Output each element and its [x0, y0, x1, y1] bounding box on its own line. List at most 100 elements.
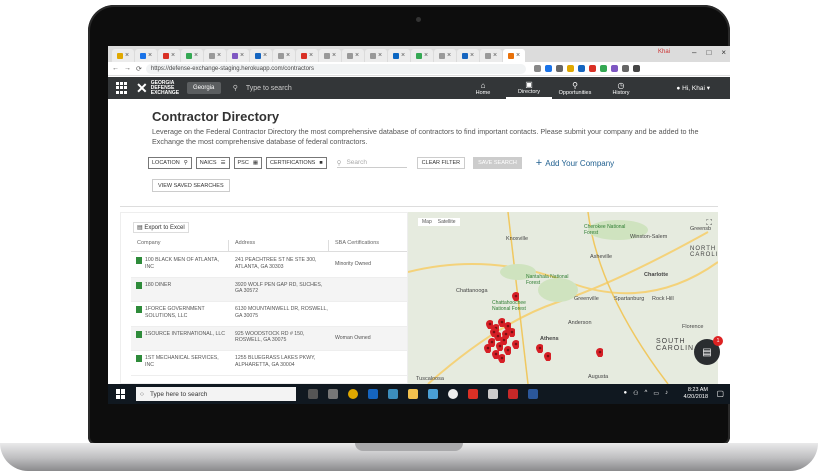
map-pin-icon[interactable]	[502, 330, 509, 339]
map-pin-icon[interactable]	[536, 344, 543, 353]
browser-tab[interactable]: ×	[135, 49, 157, 62]
minimize-icon[interactable]: –	[692, 48, 696, 57]
browser-tab[interactable]: ×	[319, 49, 341, 62]
maximize-icon[interactable]: □	[706, 48, 711, 57]
browser-tab[interactable]: ×	[204, 49, 226, 62]
table-row[interactable]: 1SOURCE INTERNATIONAL, LLC 925 WOODSTOCK…	[131, 326, 407, 351]
map-pin-icon[interactable]	[512, 340, 519, 349]
app-icon[interactable]	[428, 389, 438, 399]
map-label: Anderson	[568, 320, 592, 326]
app-icon[interactable]	[388, 389, 398, 399]
browser-tab[interactable]: ×	[388, 49, 410, 62]
taskbar-clock[interactable]: 8:23 AM 4/20/2018	[684, 387, 708, 401]
nav-opportunities[interactable]: ⚲ Opportunities	[552, 77, 598, 99]
browser-tab[interactable]: ×	[296, 49, 318, 62]
table-row[interactable]: 100 BLACK MEN OF ATLANTA, INC 241 PEACHT…	[131, 253, 407, 278]
extension-icon[interactable]	[599, 65, 607, 72]
psc-filter[interactable]: PSC ▦	[233, 157, 263, 169]
col-company[interactable]: Company	[131, 240, 229, 251]
fullscreen-icon[interactable]: ⛶	[706, 218, 712, 228]
browser-tab[interactable]: ×	[434, 49, 456, 62]
user-menu[interactable]: ● Hi, Khai ▾	[676, 84, 710, 92]
app-icon[interactable]	[468, 389, 478, 399]
app-icon[interactable]	[488, 389, 498, 399]
star-icon[interactable]	[533, 65, 541, 72]
forward-icon[interactable]: →	[124, 65, 131, 73]
map-label: Knoxville	[506, 236, 529, 242]
reload-icon[interactable]: ⟳	[136, 65, 142, 73]
map-pin-icon[interactable]	[498, 354, 505, 363]
map-pin-icon[interactable]	[596, 348, 603, 357]
close-icon[interactable]: ×	[721, 48, 726, 57]
add-company-button[interactable]: + Add Your Company	[536, 157, 614, 169]
folder-icon[interactable]	[408, 389, 418, 399]
app-tray-icon[interactable]: ●	[623, 390, 627, 397]
table-row[interactable]: 1ST MECHANICAL SERVICES, INC 1255 BLUEGR…	[131, 351, 407, 376]
naics-filter[interactable]: NAICS ☰	[195, 157, 230, 169]
browser-tab[interactable]: ×	[112, 49, 134, 62]
menu-icon[interactable]	[632, 65, 640, 72]
save-search-button[interactable]: SAVE SEARCH	[473, 157, 522, 169]
people-icon[interactable]: ⚇	[633, 390, 638, 397]
map-pin-icon[interactable]	[508, 328, 515, 337]
browser-tab[interactable]: ×	[227, 49, 249, 62]
notification-icon[interactable]: ▢	[716, 389, 724, 398]
taskbar-search[interactable]: ○ Type here to search	[136, 387, 296, 401]
app-icon[interactable]	[368, 389, 378, 399]
nav-home[interactable]: ⌂ Home	[460, 77, 506, 99]
volume-icon[interactable]: ♪	[665, 390, 668, 397]
browser-tab[interactable]: ×	[342, 49, 364, 62]
map-pin-icon[interactable]	[512, 292, 519, 301]
table-row[interactable]: 180 DINER 3920 WOLF PEN GAP RD, SUCHES, …	[131, 277, 407, 302]
extension-icon[interactable]	[555, 65, 563, 72]
extension-icon[interactable]	[544, 65, 552, 72]
mic-icon[interactable]	[308, 389, 318, 399]
browser-tab[interactable]: ×	[411, 49, 433, 62]
app-search[interactable]: ⚲ Type to search	[233, 84, 292, 93]
map-pin-icon[interactable]	[544, 352, 551, 361]
word-icon[interactable]	[528, 389, 538, 399]
browser-tab[interactable]: ×	[365, 49, 387, 62]
browser-tab[interactable]: ×	[158, 49, 180, 62]
pdf-icon[interactable]	[508, 389, 518, 399]
app-icon[interactable]	[448, 389, 458, 399]
certifications-filter[interactable]: CERTIFICATIONS ■	[266, 157, 327, 169]
col-address[interactable]: Address	[229, 240, 329, 251]
browser-tab[interactable]: ×	[181, 49, 203, 62]
chrome-icon[interactable]	[348, 389, 358, 399]
url-field[interactable]: https://defense-exchange-staging.herokua…	[145, 63, 526, 74]
extension-icon[interactable]	[621, 65, 629, 72]
apps-grid-icon[interactable]	[116, 82, 128, 94]
map-tab-satellite[interactable]: Satellite	[438, 219, 456, 225]
map-tab-map[interactable]: Map	[422, 219, 432, 225]
map-label: Tuscaloosa	[416, 376, 444, 382]
extension-icon[interactable]	[610, 65, 618, 72]
col-certifications[interactable]: SBA Certifications	[329, 240, 405, 251]
browser-tab[interactable]: ×	[273, 49, 295, 62]
windows-start-icon[interactable]	[116, 389, 126, 399]
export-excel-button[interactable]: ▤ Export to Excel	[133, 222, 189, 233]
browser-tab[interactable]: ×	[457, 49, 479, 62]
nav-history[interactable]: ◷ History	[598, 77, 644, 99]
contractor-map[interactable]: Map Satellite Knoxville Cherokee Nationa…	[408, 212, 718, 384]
extension-icon[interactable]	[566, 65, 574, 72]
nav-directory[interactable]: ▣ Directory	[506, 77, 552, 99]
network-icon[interactable]: ▭	[653, 390, 659, 397]
table-row[interactable]: 1FORCE GOVERNMENT SOLUTIONS, LLC 6130 MO…	[131, 302, 407, 327]
map-pin-icon[interactable]	[504, 346, 511, 355]
site-logo[interactable]: ✕ GEORGIA DEFENSE EXCHANGE	[136, 80, 181, 96]
chevron-up-icon[interactable]: ^	[645, 390, 648, 397]
browser-tab[interactable]: ×	[480, 49, 502, 62]
extension-icon[interactable]	[588, 65, 596, 72]
view-saved-searches-button[interactable]: VIEW SAVED SEARCHES	[152, 179, 230, 192]
browser-tab-active[interactable]: ×	[503, 49, 525, 62]
clear-filter-button[interactable]: CLEAR FILTER	[416, 157, 466, 169]
map-pin-icon[interactable]	[484, 344, 491, 353]
location-filter[interactable]: LOCATION ⚲	[148, 157, 192, 169]
back-icon[interactable]: ←	[112, 65, 119, 73]
browser-tab[interactable]: ×	[250, 49, 272, 62]
extension-icon[interactable]	[577, 65, 585, 72]
map-pin-icon[interactable]	[490, 328, 497, 337]
filter-search-input[interactable]: ⚲ Search	[336, 159, 407, 168]
task-view-icon[interactable]	[328, 389, 338, 399]
